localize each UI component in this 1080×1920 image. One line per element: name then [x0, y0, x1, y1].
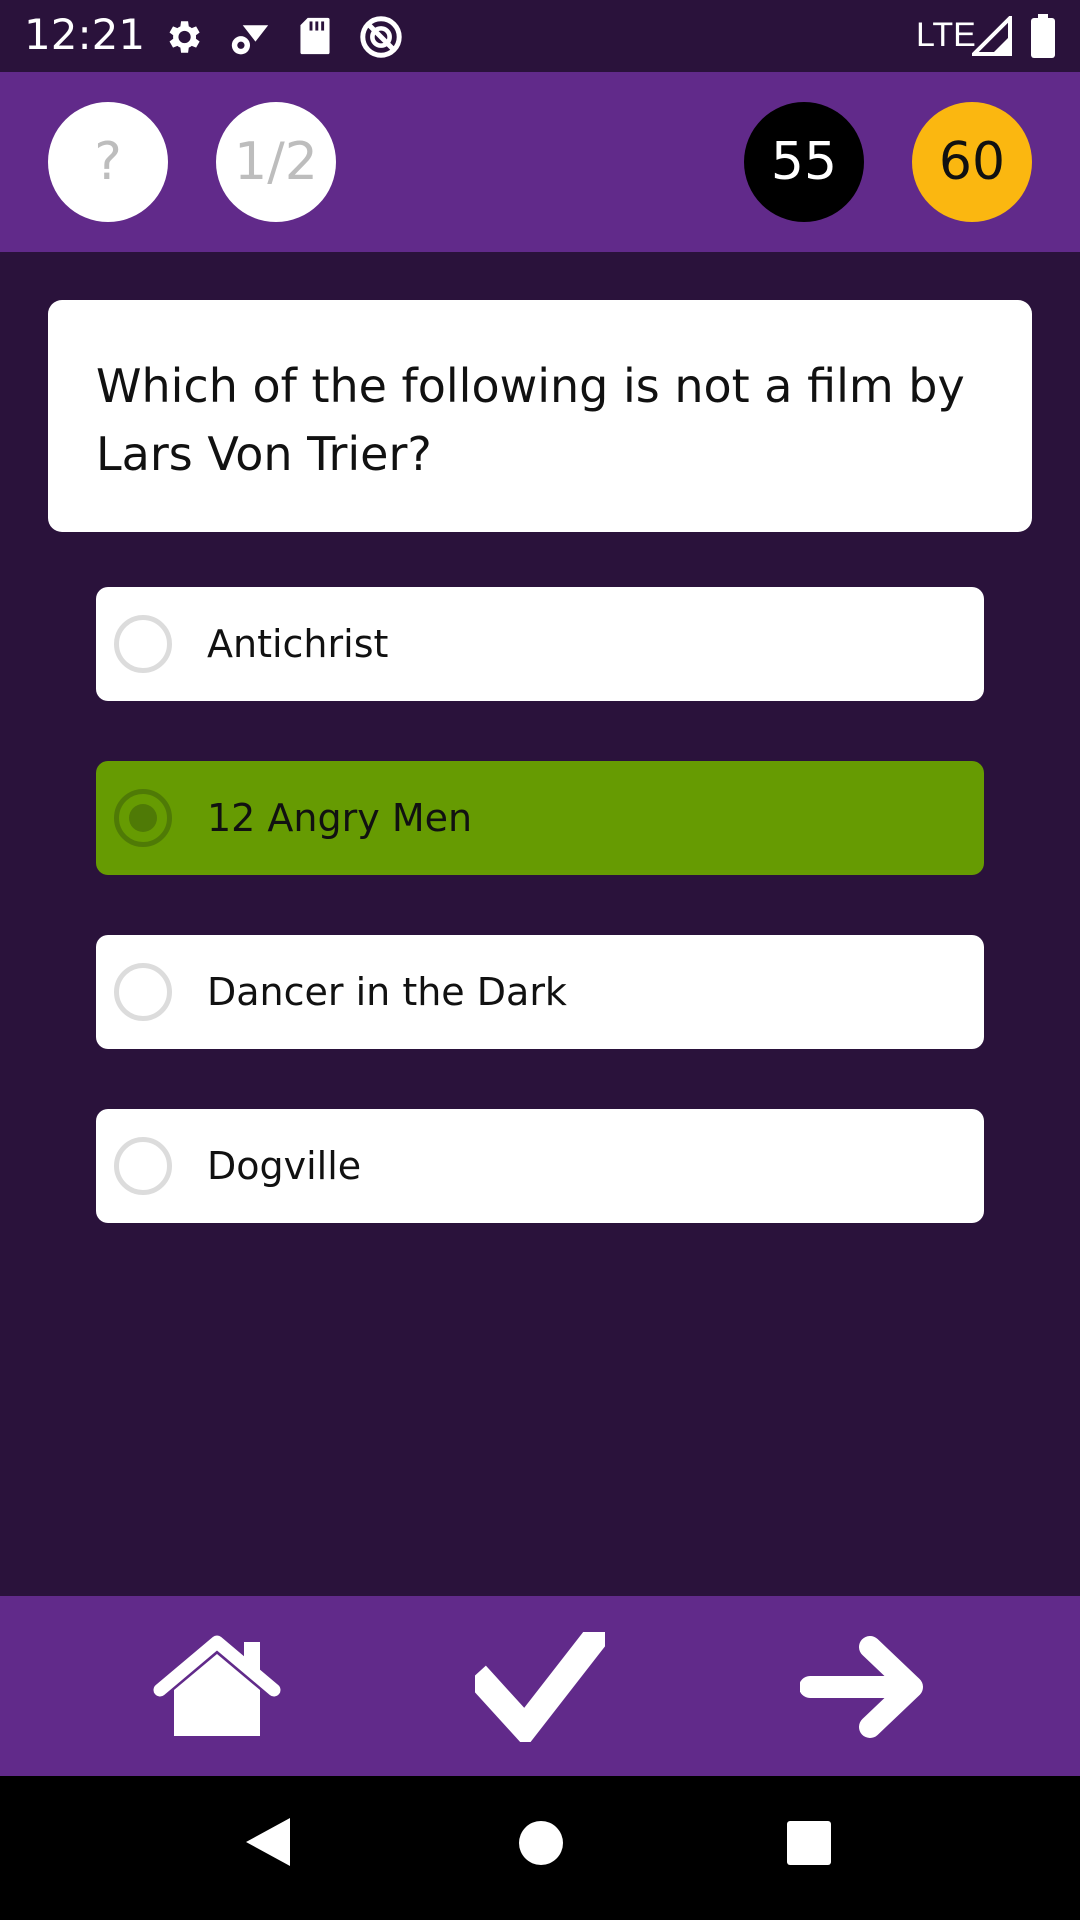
sd-card-icon — [298, 16, 332, 60]
battery-icon — [1030, 14, 1056, 62]
check-icon — [466, 1619, 614, 1749]
radio-button[interactable] — [114, 963, 172, 1021]
answer-label: Dancer in the Dark — [207, 970, 567, 1014]
bottom-toolbar — [0, 1596, 1080, 1776]
status-time: 12:21 — [24, 10, 146, 59]
wifi-settings-icon — [228, 18, 272, 62]
submit-answer-button[interactable] — [466, 1619, 614, 1749]
radio-button[interactable] — [114, 615, 172, 673]
arrow-right-icon — [799, 1636, 930, 1746]
home-icon — [152, 1635, 282, 1746]
question-card: Which of the following is not a film by … — [48, 300, 1032, 532]
answer-option[interactable]: Dancer in the Dark — [96, 935, 984, 1049]
question-text: Which of the following is not a film by … — [96, 359, 965, 481]
status-bar: 12:21 LTE — [0, 0, 1080, 72]
answer-option-selected[interactable]: 12 Angry Men — [96, 761, 984, 875]
answer-option[interactable]: Antichrist — [96, 587, 984, 701]
back-icon[interactable] — [244, 1816, 292, 1872]
quiz-header: ? 1/2 55 60 — [0, 72, 1080, 252]
radio-button-selected[interactable] — [114, 789, 172, 847]
system-nav-bar — [0, 1776, 1080, 1920]
answer-label: 12 Angry Men — [207, 796, 473, 840]
help-button[interactable]: ? — [48, 102, 168, 222]
answer-label: Dogville — [207, 1144, 362, 1188]
radio-button[interactable] — [114, 1137, 172, 1195]
home-circle-icon[interactable] — [518, 1820, 564, 1870]
answer-option[interactable]: Dogville — [96, 1109, 984, 1223]
fifty-fifty-button[interactable]: 1/2 — [216, 102, 336, 222]
answer-label: Antichrist — [207, 622, 389, 666]
radio-dot — [129, 804, 157, 832]
recents-icon[interactable] — [786, 1820, 832, 1870]
no-disturb-icon — [358, 14, 404, 64]
score-badge: 60 — [912, 102, 1032, 222]
network-type: LTE — [916, 16, 976, 54]
next-question-button[interactable] — [799, 1632, 930, 1742]
signal-icon — [969, 13, 1012, 60]
timer-badge: 55 — [744, 102, 864, 222]
home-button[interactable] — [152, 1632, 282, 1742]
gear-icon — [162, 16, 204, 62]
